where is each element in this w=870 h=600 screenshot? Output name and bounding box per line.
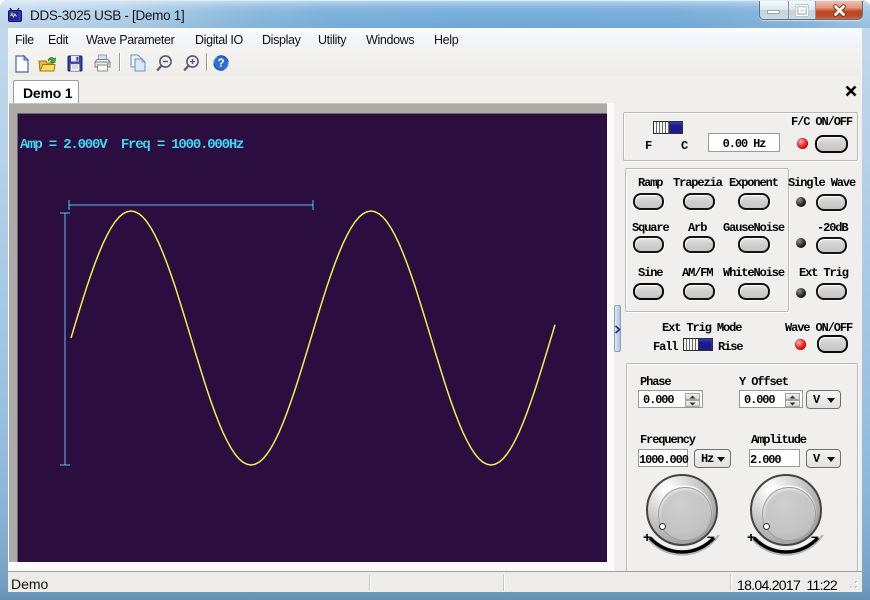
svg-text:?: ? (217, 58, 224, 70)
